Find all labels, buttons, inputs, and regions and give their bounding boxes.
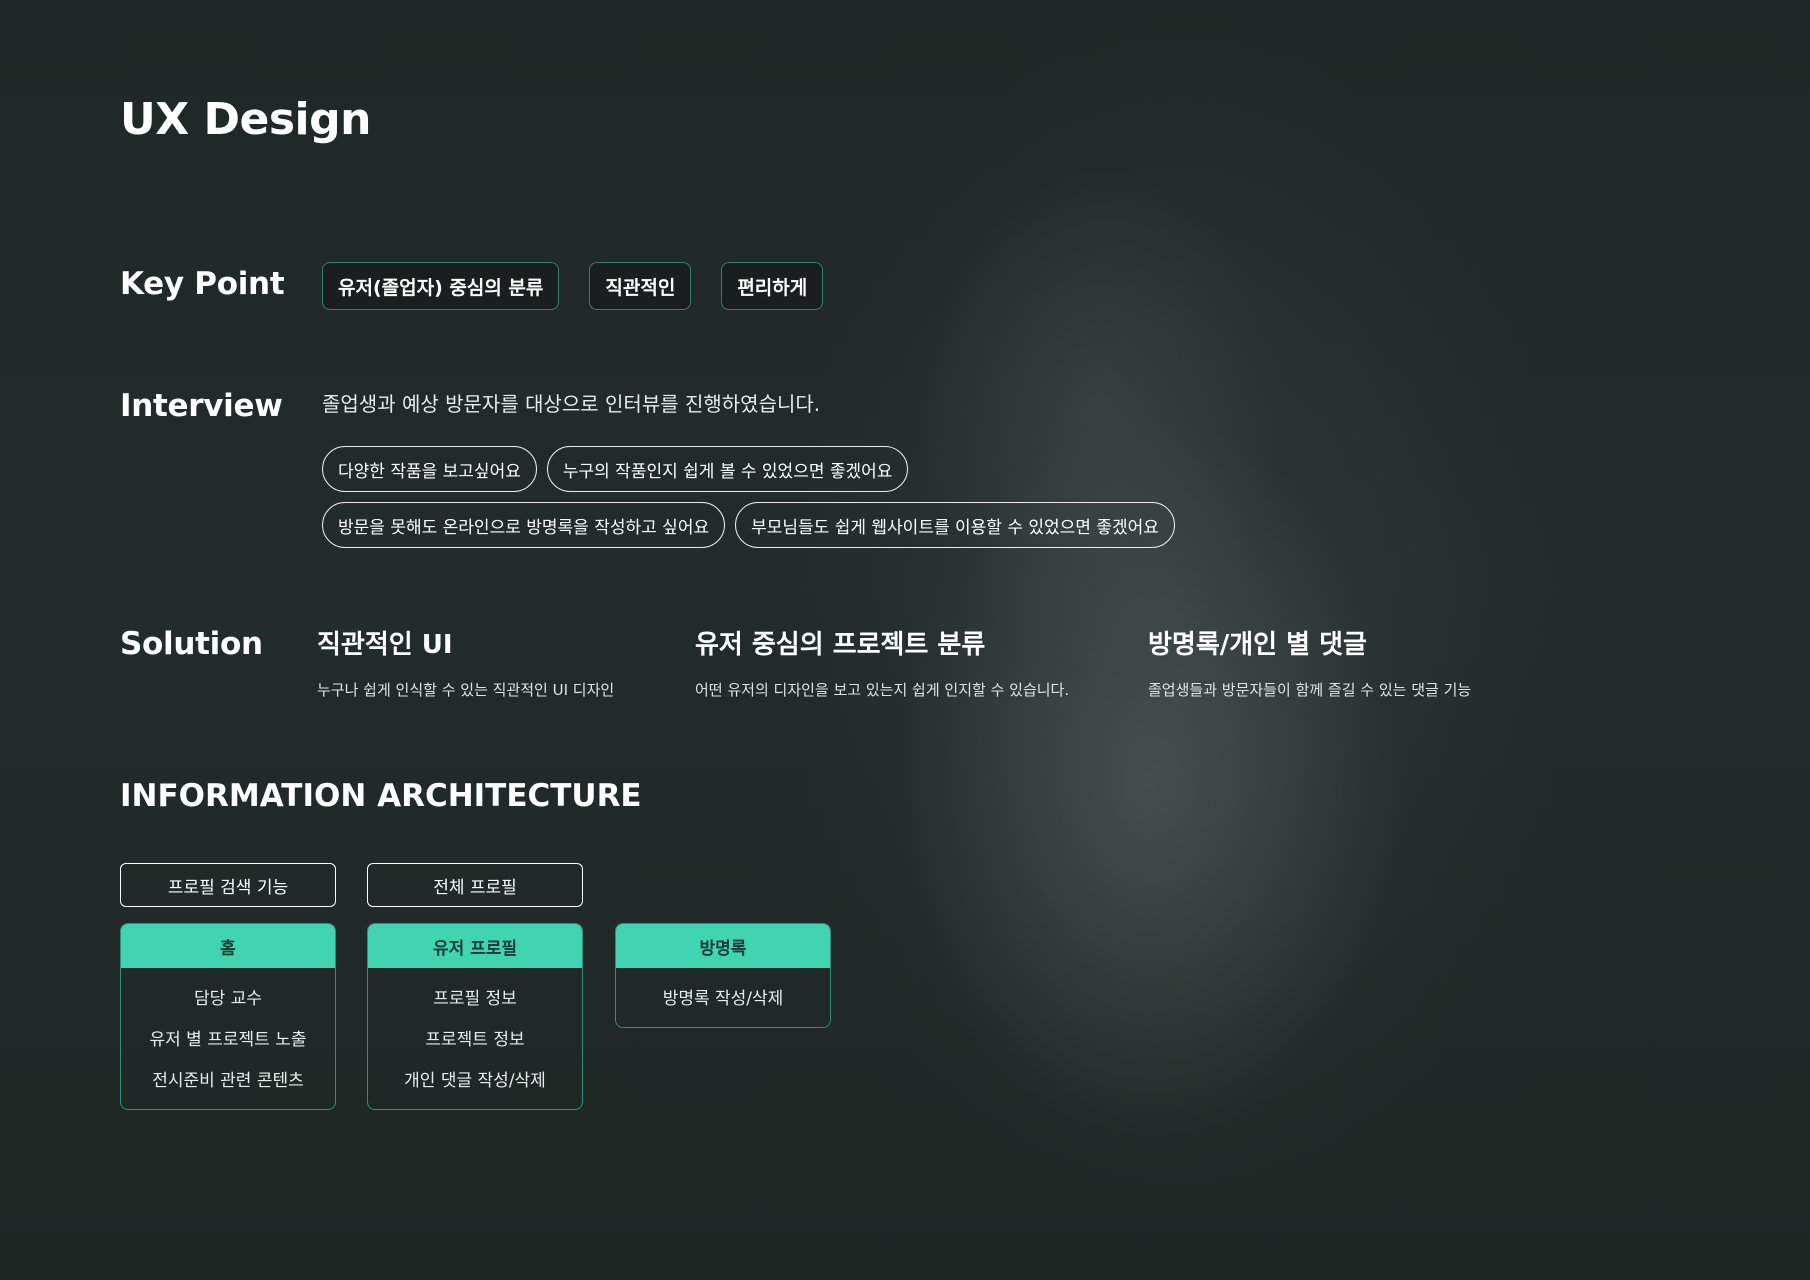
ia-title: INFORMATION ARCHITECTURE <box>120 778 642 814</box>
solution-title: 방명록/개인 별 댓글 <box>1148 630 1367 660</box>
key-point-tag: 유저(졸업자) 중심의 분류 <box>322 262 560 310</box>
solution-item: 직관적인 UI 누구나 쉽게 인식할 수 있는 직관적인 UI 디자인 <box>317 624 614 700</box>
interview-quote: 방문을 못해도 온라인으로 방명록을 작성하고 싶어요 <box>322 502 726 548</box>
interview-label: Interview <box>120 388 283 424</box>
ia-item: 담당 교수 <box>194 989 262 1009</box>
solution-item: 유저 중심의 프로젝트 분류 어떤 유저의 디자인을 보고 있는지 쉽게 인지할… <box>695 624 1069 700</box>
interview-quote: 누구의 작품인지 쉽게 볼 수 있었으면 좋겠어요 <box>546 446 909 492</box>
key-point-tag: 편리하게 <box>721 262 824 310</box>
ia-all-profiles-box: 전체 프로필 <box>367 863 583 907</box>
solution-description: 어떤 유저의 디자인을 보고 있는지 쉽게 인지할 수 있습니다. <box>695 681 1070 699</box>
ia-column-user-profile: 유저 프로필 프로필 정보 프로젝트 정보 개인 댓글 작성/삭제 <box>367 923 583 1110</box>
ia-item: 방명록 작성/삭제 <box>662 989 784 1009</box>
ia-column-guestbook: 방명록 방명록 작성/삭제 <box>615 923 831 1028</box>
ia-column-home: 홈 담당 교수 유저 별 프로젝트 노출 전시준비 관련 콘텐츠 <box>120 923 336 1110</box>
ia-column-header: 유저 프로필 <box>368 924 582 968</box>
ia-column-header: 방명록 <box>616 924 830 968</box>
ia-item: 전시준비 관련 콘텐츠 <box>152 1071 304 1091</box>
ia-profile-search-box: 프로필 검색 기능 <box>120 863 336 907</box>
interview-quotes-row: 방문을 못해도 온라인으로 방명록을 작성하고 싶어요 부모님들도 쉽게 웹사이… <box>322 502 1175 548</box>
solution-title: 유저 중심의 프로젝트 분류 <box>695 630 986 660</box>
key-point-label: Key Point <box>120 266 285 302</box>
solution-title: 직관적인 UI <box>317 630 453 660</box>
interview-quote: 부모님들도 쉽게 웹사이트를 이용할 수 있었으면 좋겠어요 <box>735 502 1175 548</box>
ia-column-header: 홈 <box>121 924 335 968</box>
ia-item: 개인 댓글 작성/삭제 <box>404 1071 546 1091</box>
solution-item: 방명록/개인 별 댓글 졸업생들과 방문자들이 함께 즐길 수 있는 댓글 기능 <box>1148 624 1471 700</box>
key-point-tag: 직관적인 <box>589 262 692 310</box>
key-point-tags: 유저(졸업자) 중심의 분류 직관적인 편리하게 <box>322 262 824 310</box>
solution-description: 졸업생들과 방문자들이 함께 즐길 수 있는 댓글 기능 <box>1148 681 1472 699</box>
ia-item: 프로젝트 정보 <box>425 1030 525 1050</box>
solution-label: Solution <box>120 626 263 662</box>
solution-description: 누구나 쉽게 인식할 수 있는 직관적인 UI 디자인 <box>317 681 615 699</box>
page-title: UX Design <box>120 94 371 145</box>
interview-description: 졸업생과 예상 방문자를 대상으로 인터뷰를 진행하였습니다. <box>322 392 821 416</box>
interview-quotes-row: 다양한 작품을 보고싶어요 누구의 작품인지 쉽게 볼 수 있었으면 좋겠어요 <box>322 446 909 492</box>
interview-quote: 다양한 작품을 보고싶어요 <box>322 446 537 492</box>
ia-item: 유저 별 프로젝트 노출 <box>149 1030 307 1050</box>
ia-item: 프로필 정보 <box>433 989 517 1009</box>
